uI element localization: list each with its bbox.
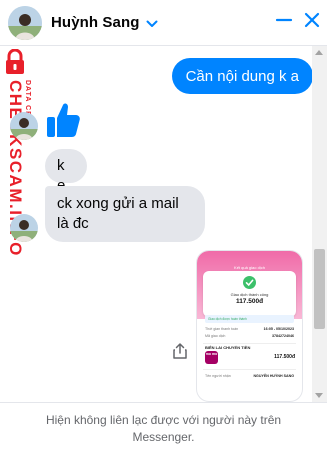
chat-footer: Hiện không liên lạc được với người này t… bbox=[0, 402, 327, 454]
receipt-row-label: Thời gian thanh toán bbox=[205, 327, 239, 331]
receipt-row: Mã giao dịch 37842724046 bbox=[205, 334, 294, 338]
chat-header: Huỳnh Sang bbox=[0, 0, 327, 46]
receipt-row-value: NGUYỄN HUỲNH SANG bbox=[253, 374, 294, 378]
receipt-amount-secondary: 117.500đ bbox=[274, 354, 295, 360]
scroll-up-arrow-icon[interactable] bbox=[315, 50, 323, 55]
contact-avatar-small[interactable] bbox=[10, 214, 38, 242]
scrollbar-track[interactable] bbox=[312, 46, 327, 402]
receipt-row: Tên người nhận NGUYỄN HUỲNH SANG bbox=[205, 374, 294, 378]
divider bbox=[203, 369, 296, 370]
minimize-icon bbox=[275, 18, 293, 22]
receipt-title: Kết quả giao dịch bbox=[234, 265, 265, 270]
lock-icon bbox=[4, 48, 26, 80]
chat-window: Huỳnh Sang CHECKSCAM.INFO DATA CENTER Cầ… bbox=[0, 0, 327, 454]
contact-name[interactable]: Huỳnh Sang bbox=[51, 14, 140, 31]
check-icon bbox=[243, 276, 256, 289]
scrollbar-thumb[interactable] bbox=[314, 249, 325, 329]
receipt-status-label: Giao dịch thành công bbox=[230, 292, 269, 297]
receipt-row-label: Tên người nhận bbox=[205, 374, 231, 378]
receipt-amount: 117.500đ bbox=[235, 298, 264, 305]
receipt-row-value: 16:05 - 05/10/2023 bbox=[263, 327, 294, 331]
contact-avatar[interactable] bbox=[8, 5, 42, 40]
receipt-section-title: BIÊN LAI CHUYỂN TIỀN bbox=[205, 345, 251, 350]
contact-avatar-small[interactable] bbox=[10, 112, 38, 140]
divider bbox=[203, 343, 296, 344]
receipt-row-value: 37842724046 bbox=[272, 334, 294, 338]
incoming-message[interactable]: k e bbox=[45, 149, 87, 194]
unavailable-notice: Hiện không liên lạc được với người này t… bbox=[45, 412, 282, 444]
share-icon[interactable] bbox=[172, 342, 188, 365]
scroll-down-arrow-icon[interactable] bbox=[315, 393, 323, 398]
close-icon bbox=[304, 12, 320, 28]
receipt-mini-banner: Giao dịch được hoàn thành bbox=[205, 315, 294, 323]
minimize-button[interactable] bbox=[275, 11, 293, 34]
chevron-down-icon[interactable] bbox=[146, 15, 158, 33]
momo-logo: mo mo bbox=[205, 351, 218, 364]
close-button[interactable] bbox=[303, 11, 321, 34]
receipt-row-label: Mã giao dịch bbox=[205, 334, 226, 338]
receipt-row: Thời gian thanh toán 16:05 - 05/10/2023 bbox=[205, 327, 294, 331]
thumbs-up-icon[interactable] bbox=[45, 101, 81, 144]
header-actions bbox=[275, 11, 321, 34]
receipt-image-message[interactable]: Kết quả giao dịch Giao dịch thành công 1… bbox=[197, 251, 302, 401]
incoming-message[interactable]: ck xong gửi a mail là đc bbox=[45, 186, 205, 242]
receipt-status-card: Giao dịch thành công 117.500đ bbox=[203, 271, 296, 317]
outgoing-message[interactable]: Cần nội dung k a bbox=[171, 58, 313, 94]
